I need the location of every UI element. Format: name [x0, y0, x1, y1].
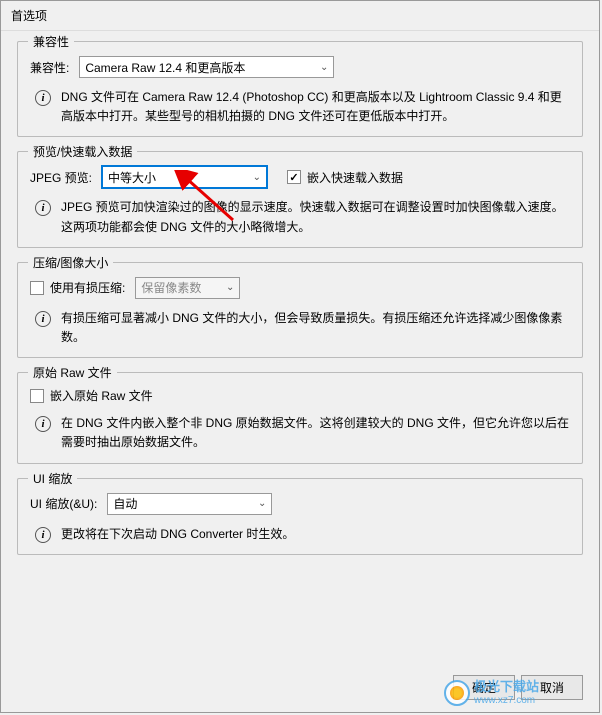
- compatibility-group-title: 兼容性: [28, 33, 74, 50]
- preview-group-title: 预览/快速载入数据: [28, 143, 137, 160]
- raw-group: 原始 Raw 文件 嵌入原始 Raw 文件 i 在 DNG 文件内嵌入整个非 D…: [17, 372, 583, 463]
- ui-scale-row: UI 缩放(&U): 自动 ⌄: [30, 493, 570, 515]
- watermark-logo-icon: [444, 680, 470, 706]
- ui-scale-select[interactable]: 自动 ⌄: [107, 493, 272, 515]
- jpeg-preview-value: 中等大小: [108, 169, 156, 186]
- lossy-compression-checkbox[interactable]: [30, 281, 44, 295]
- preview-info-row: i JPEG 预览可加快渲染过的图像的显示速度。快速载入数据可在调整设置时加快图…: [30, 198, 570, 236]
- embed-raw-label: 嵌入原始 Raw 文件: [50, 387, 153, 404]
- chevron-down-icon: ⌄: [253, 172, 261, 183]
- info-icon: i: [35, 200, 51, 216]
- compression-info-row: i 有损压缩可显著减小 DNG 文件的大小，但会导致质量损失。有损压缩还允许选择…: [30, 309, 570, 347]
- ui-scale-info-text: 更改将在下次启动 DNG Converter 时生效。: [61, 525, 294, 544]
- chevron-down-icon: ⌄: [320, 62, 328, 73]
- info-icon: i: [35, 311, 51, 327]
- lossy-compression-label: 使用有损压缩:: [50, 279, 125, 296]
- embed-raw-checkbox[interactable]: [30, 389, 44, 403]
- compatibility-group: 兼容性 兼容性: Camera Raw 12.4 和更高版本 ⌄ i DNG 文…: [17, 41, 583, 137]
- raw-group-title: 原始 Raw 文件: [28, 364, 117, 381]
- watermark-text: 极光下载站 www.xz7.com: [474, 680, 539, 705]
- compression-group: 压缩/图像大小 使用有损压缩: 保留像素数 ⌄ i 有损压缩可显著减小 DNG …: [17, 262, 583, 358]
- window-title: 首选项: [11, 9, 47, 23]
- chevron-down-icon: ⌄: [258, 498, 266, 509]
- raw-row: 嵌入原始 Raw 文件: [30, 387, 570, 404]
- info-icon: i: [35, 527, 51, 543]
- info-icon: i: [35, 90, 51, 106]
- ui-scale-group-title: UI 缩放: [28, 470, 77, 487]
- content-area: 兼容性 兼容性: Camera Raw 12.4 和更高版本 ⌄ i DNG 文…: [1, 31, 599, 579]
- preview-row: JPEG 预览: 中等大小 ⌄ 嵌入快速载入数据: [30, 166, 570, 188]
- embed-fastload-label: 嵌入快速载入数据: [307, 169, 403, 186]
- jpeg-preview-label: JPEG 预览:: [30, 169, 92, 186]
- compression-info-text: 有损压缩可显著减小 DNG 文件的大小，但会导致质量损失。有损压缩还允许选择减少…: [61, 309, 570, 347]
- watermark: 极光下载站 www.xz7.com: [444, 680, 539, 706]
- compression-row: 使用有损压缩: 保留像素数 ⌄: [30, 277, 570, 299]
- embed-fastload-checkbox[interactable]: [287, 170, 301, 184]
- pixel-count-value: 保留像素数: [141, 279, 201, 296]
- embed-fastload-row: 嵌入快速载入数据: [287, 169, 403, 186]
- lossy-compression-row: 使用有损压缩:: [30, 279, 135, 296]
- jpeg-preview-select[interactable]: 中等大小 ⌄: [102, 166, 267, 188]
- compatibility-select-value: Camera Raw 12.4 和更高版本: [85, 59, 245, 76]
- ui-scale-value: 自动: [113, 495, 137, 512]
- compatibility-label: 兼容性:: [30, 59, 69, 76]
- watermark-url: www.xz7.com: [474, 695, 539, 706]
- compression-group-title: 压缩/图像大小: [28, 254, 113, 271]
- compatibility-select[interactable]: Camera Raw 12.4 和更高版本 ⌄: [79, 56, 334, 78]
- compatibility-row: 兼容性: Camera Raw 12.4 和更高版本 ⌄: [30, 56, 570, 78]
- preview-group: 预览/快速载入数据 JPEG 预览: 中等大小 ⌄ 嵌入快速载入数据 i JPE…: [17, 151, 583, 247]
- raw-info-row: i 在 DNG 文件内嵌入整个非 DNG 原始数据文件。这将创建较大的 DNG …: [30, 414, 570, 452]
- chevron-down-icon: ⌄: [226, 282, 234, 293]
- info-icon: i: [35, 416, 51, 432]
- embed-raw-row: 嵌入原始 Raw 文件: [30, 387, 153, 404]
- ui-scale-label: UI 缩放(&U):: [30, 495, 97, 512]
- ui-scale-group: UI 缩放 UI 缩放(&U): 自动 ⌄ i 更改将在下次启动 DNG Con…: [17, 478, 583, 555]
- watermark-name: 极光下载站: [474, 680, 539, 694]
- title-bar: 首选项: [1, 1, 599, 31]
- ui-scale-info-row: i 更改将在下次启动 DNG Converter 时生效。: [30, 525, 570, 544]
- compatibility-info-text: DNG 文件可在 Camera Raw 12.4 (Photoshop CC) …: [61, 88, 570, 126]
- pixel-count-select[interactable]: 保留像素数 ⌄: [135, 277, 240, 299]
- compatibility-info-row: i DNG 文件可在 Camera Raw 12.4 (Photoshop CC…: [30, 88, 570, 126]
- preferences-window: 首选项 兼容性 兼容性: Camera Raw 12.4 和更高版本 ⌄ i D…: [0, 0, 600, 713]
- raw-info-text: 在 DNG 文件内嵌入整个非 DNG 原始数据文件。这将创建较大的 DNG 文件…: [61, 414, 570, 452]
- preview-info-text: JPEG 预览可加快渲染过的图像的显示速度。快速载入数据可在调整设置时加快图像载…: [61, 198, 570, 236]
